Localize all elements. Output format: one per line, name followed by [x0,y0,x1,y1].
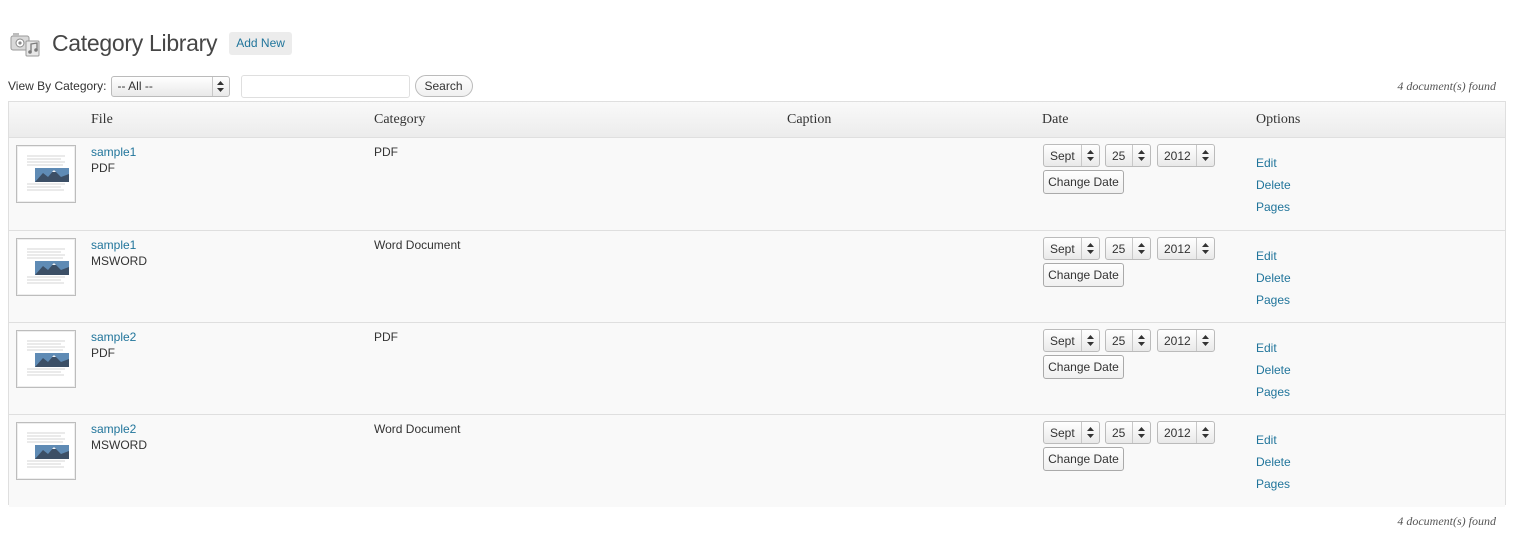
month-value: Sept [1050,148,1075,163]
search-button[interactable]: Search [414,75,473,97]
category-select[interactable]: -- All -- [110,75,230,97]
media-library-icon [10,33,40,57]
pages-link[interactable]: Pages [1256,200,1290,214]
category-value: Word Document [374,422,461,436]
select-arrows-icon [1132,238,1150,259]
year-select[interactable]: 2012 [1157,237,1215,260]
column-header-options: Options [1256,112,1301,127]
select-arrows-icon [1132,422,1150,443]
category-select-value: -- All -- [117,79,153,93]
view-by-category-label: View By Category: [8,79,107,93]
change-date-button[interactable]: Change Date [1043,263,1124,287]
year-select[interactable]: 2012 [1157,421,1215,444]
table-row: sample2 MSWORD Word Document Sept 25 2012 Chan… [9,414,1505,507]
day-value: 25 [1112,333,1126,348]
column-header-date: Date [1042,112,1069,127]
select-arrows-icon [1196,145,1214,166]
year-value: 2012 [1164,425,1191,440]
delete-link[interactable]: Delete [1256,271,1291,285]
documents-found-count-footer: 4 document(s) found [1397,514,1496,528]
documents-table: File Category Caption Date Options sampl… [8,101,1506,507]
month-select[interactable]: Sept [1043,237,1100,260]
select-arrows-icon [1081,422,1099,443]
document-thumbnail[interactable] [16,145,76,203]
delete-link[interactable]: Delete [1256,455,1291,469]
table-row: sample1 PDF PDF Sept 25 2012 Change Date Edit De… [9,138,1505,230]
year-value: 2012 [1164,333,1191,348]
select-arrows-icon [211,76,229,96]
file-type: MSWORD [91,438,147,452]
day-select[interactable]: 25 [1105,421,1151,444]
page-title: Category Library [52,29,218,56]
year-select[interactable]: 2012 [1157,329,1215,352]
file-name-link[interactable]: sample2 [91,330,136,344]
category-value: PDF [374,145,398,159]
day-value: 25 [1112,148,1126,163]
select-arrows-icon [1196,330,1214,351]
day-value: 25 [1112,241,1126,256]
category-value: PDF [374,330,398,344]
documents-found-count: 4 document(s) found [1397,79,1496,93]
year-value: 2012 [1164,241,1191,256]
edit-link[interactable]: Edit [1256,156,1277,170]
change-date-button[interactable]: Change Date [1043,355,1124,379]
select-arrows-icon [1196,422,1214,443]
pages-link[interactable]: Pages [1256,293,1290,307]
change-date-button[interactable]: Change Date [1043,447,1124,471]
day-select[interactable]: 25 [1105,237,1151,260]
file-type: PDF [91,346,115,360]
pages-link[interactable]: Pages [1256,385,1290,399]
file-name-link[interactable]: sample2 [91,422,136,436]
document-thumbnail[interactable] [16,330,76,388]
change-date-button[interactable]: Change Date [1043,170,1124,194]
month-select[interactable]: Sept [1043,329,1100,352]
table-row: sample2 PDF PDF Sept 25 2012 Change Date Edit De… [9,322,1505,415]
year-value: 2012 [1164,148,1191,163]
day-select[interactable]: 25 [1105,329,1151,352]
month-value: Sept [1050,425,1075,440]
filter-bar: View By Category: -- All -- Search [8,74,1498,98]
column-header-caption: Caption [787,112,832,127]
month-value: Sept [1050,333,1075,348]
file-type: PDF [91,161,115,175]
year-select[interactable]: 2012 [1157,144,1215,167]
category-value: Word Document [374,238,461,252]
day-select[interactable]: 25 [1105,144,1151,167]
select-arrows-icon [1081,145,1099,166]
delete-link[interactable]: Delete [1256,178,1291,192]
month-value: Sept [1050,241,1075,256]
month-select[interactable]: Sept [1043,421,1100,444]
select-arrows-icon [1081,330,1099,351]
file-name-link[interactable]: sample1 [91,145,136,159]
edit-link[interactable]: Edit [1256,249,1277,263]
delete-link[interactable]: Delete [1256,363,1291,377]
select-arrows-icon [1132,145,1150,166]
edit-link[interactable]: Edit [1256,433,1277,447]
table-row: sample1 MSWORD Word Document Sept 25 2012 Chan… [9,230,1505,323]
select-arrows-icon [1196,238,1214,259]
select-arrows-icon [1081,238,1099,259]
search-input[interactable] [240,74,410,98]
file-name-link[interactable]: sample1 [91,238,136,252]
add-new-button[interactable]: Add New [229,31,292,55]
month-select[interactable]: Sept [1043,144,1100,167]
select-arrows-icon [1132,330,1150,351]
column-header-file: File [91,112,113,127]
pages-link[interactable]: Pages [1256,477,1290,491]
edit-link[interactable]: Edit [1256,341,1277,355]
document-thumbnail[interactable] [16,422,76,480]
table-header: File Category Caption Date Options [9,102,1505,138]
day-value: 25 [1112,425,1126,440]
page-header: Category Library Add New [10,26,292,60]
column-header-category: Category [374,112,426,127]
file-type: MSWORD [91,254,147,268]
document-thumbnail[interactable] [16,238,76,296]
